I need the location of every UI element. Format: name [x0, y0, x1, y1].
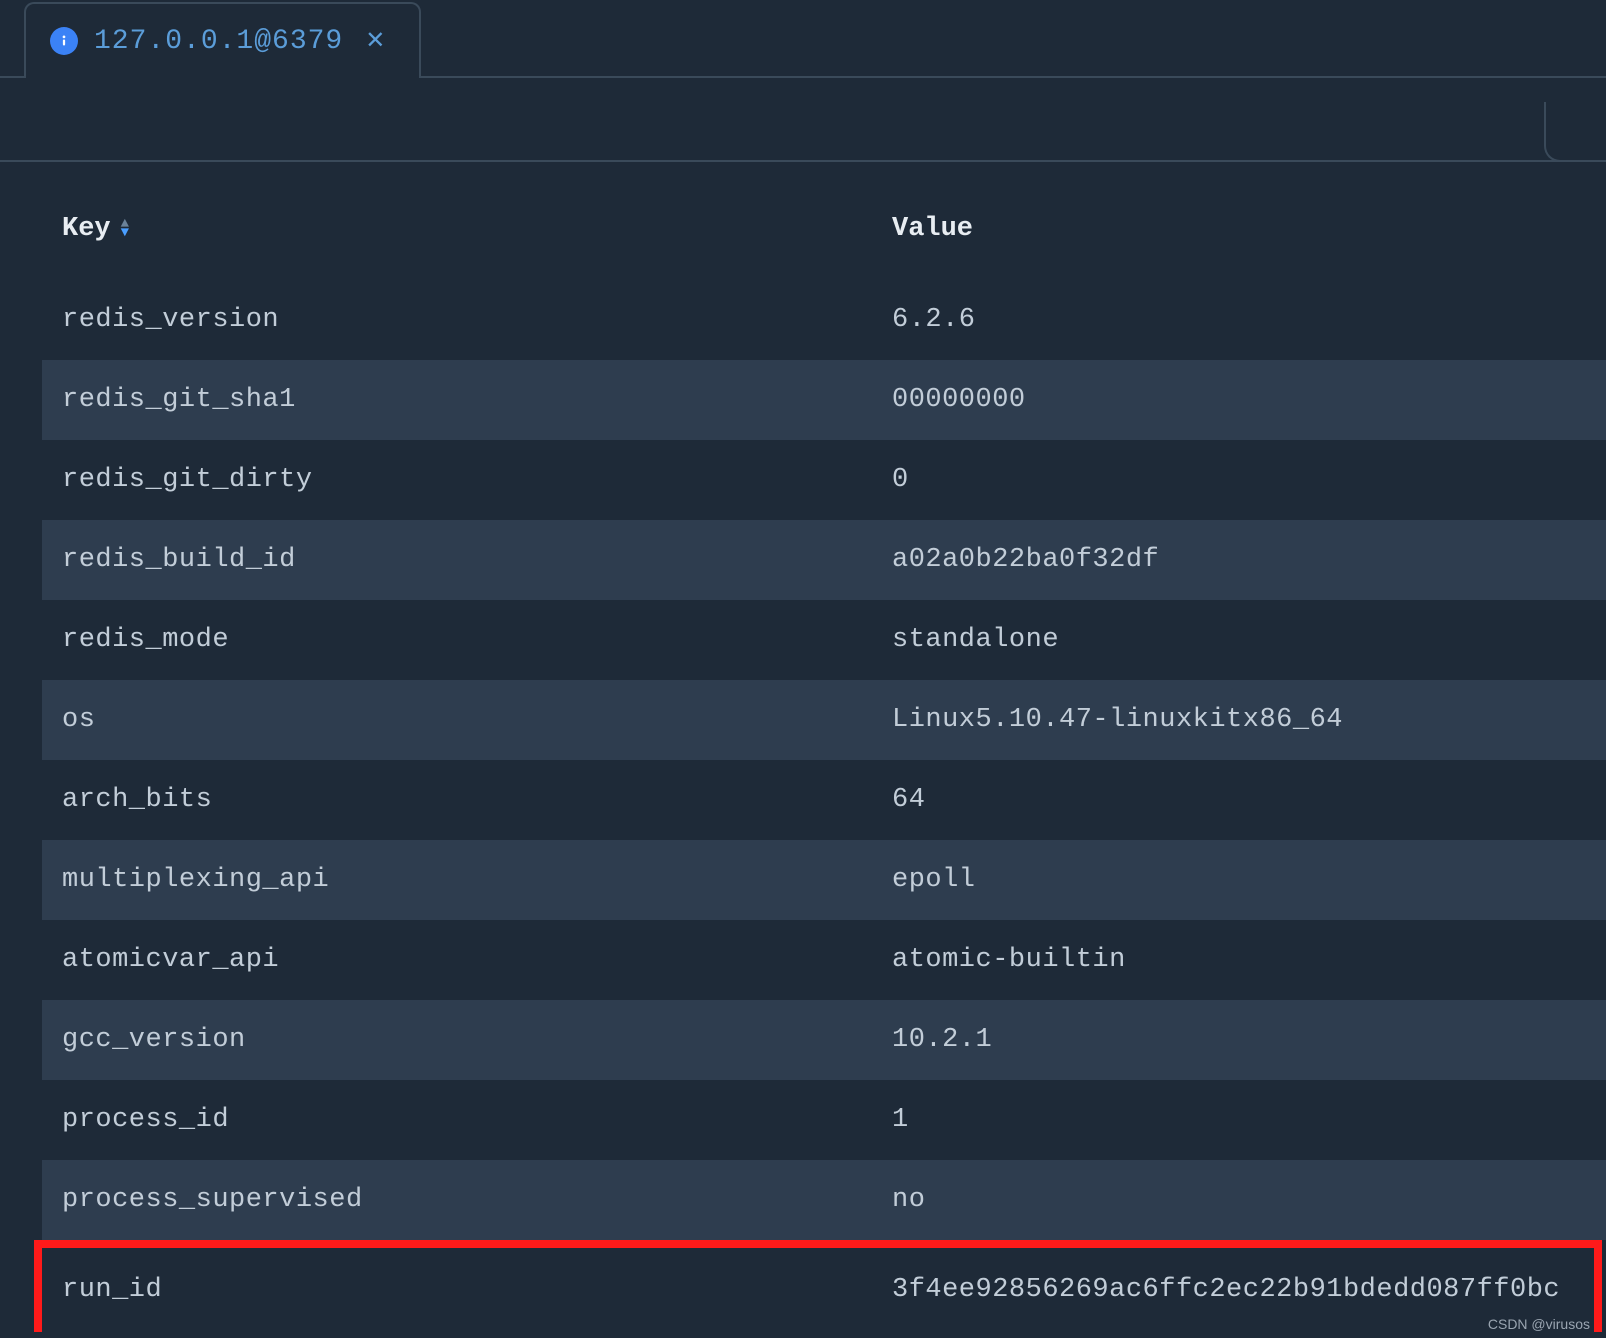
cell-key: redis_git_sha1 — [62, 385, 892, 415]
cell-value: atomic-builtin — [892, 945, 1126, 975]
table-row[interactable]: atomicvar_apiatomic-builtin — [42, 920, 1606, 1000]
cell-value: standalone — [892, 625, 1059, 655]
column-header-key[interactable]: Key ▲▼ — [62, 214, 892, 244]
info-icon — [50, 27, 78, 55]
cell-value: 00000000 — [892, 385, 1026, 415]
cell-key: atomicvar_api — [62, 945, 892, 975]
cell-value: Linux5.10.47-linuxkitx86_64 — [892, 705, 1343, 735]
table-row[interactable]: redis_modestandalone — [42, 600, 1606, 680]
table-body: redis_version6.2.6redis_git_sha100000000… — [42, 280, 1606, 1332]
tab-label: 127.0.0.1@6379 — [94, 26, 343, 57]
cell-key: redis_version — [62, 305, 892, 335]
corner-cut — [1544, 102, 1606, 162]
table-row[interactable]: gcc_version10.2.1 — [42, 1000, 1606, 1080]
cell-key: process_supervised — [62, 1185, 892, 1215]
cell-key: redis_mode — [62, 625, 892, 655]
column-header-value[interactable]: Value — [892, 214, 973, 244]
cell-key: redis_build_id — [62, 545, 892, 575]
table-row[interactable]: redis_version6.2.6 — [42, 280, 1606, 360]
column-header-key-label: Key — [62, 214, 111, 244]
cell-key: process_id — [62, 1105, 892, 1135]
cell-key: gcc_version — [62, 1025, 892, 1055]
cell-value: a02a0b22ba0f32df — [892, 545, 1159, 575]
table-row[interactable]: redis_git_dirty0 — [42, 440, 1606, 520]
cell-value: no — [892, 1185, 925, 1215]
cell-key: os — [62, 705, 892, 735]
table-row[interactable]: process_supervisedno — [42, 1160, 1606, 1240]
cell-key: arch_bits — [62, 785, 892, 815]
table-header: Key ▲▼ Value — [42, 190, 1606, 280]
cell-value: 6.2.6 — [892, 305, 976, 335]
toolbar-spacer — [0, 78, 1606, 162]
table-row[interactable]: osLinux5.10.47-linuxkitx86_64 — [42, 680, 1606, 760]
info-table: Key ▲▼ Value redis_version6.2.6redis_git… — [42, 190, 1606, 1332]
table-row[interactable]: process_id1 — [42, 1080, 1606, 1160]
table-row[interactable]: redis_git_sha100000000 — [42, 360, 1606, 440]
cell-value: 64 — [892, 785, 925, 815]
column-header-value-label: Value — [892, 214, 973, 244]
sort-icon[interactable]: ▲▼ — [121, 220, 129, 238]
table-row[interactable]: redis_build_ida02a0b22ba0f32df — [42, 520, 1606, 600]
table-row[interactable]: run_id3f4ee92856269ac6ffc2ec22b91bdedd08… — [34, 1240, 1602, 1332]
close-icon[interactable]: ✕ — [359, 24, 391, 58]
cell-value: epoll — [892, 865, 976, 895]
table-row[interactable]: multiplexing_apiepoll — [42, 840, 1606, 920]
cell-value: 0 — [892, 465, 909, 495]
tab-bar: 127.0.0.1@6379 ✕ — [0, 0, 1606, 78]
content: Key ▲▼ Value redis_version6.2.6redis_git… — [0, 162, 1606, 1332]
cell-value: 10.2.1 — [892, 1025, 992, 1055]
cell-value: 3f4ee92856269ac6ffc2ec22b91bdedd087ff0bc — [892, 1275, 1560, 1305]
cell-key: run_id — [62, 1275, 892, 1305]
cell-value: 1 — [892, 1105, 909, 1135]
cell-key: multiplexing_api — [62, 865, 892, 895]
watermark: CSDN @virusos — [1488, 1316, 1590, 1332]
table-row[interactable]: arch_bits64 — [42, 760, 1606, 840]
cell-key: redis_git_dirty — [62, 465, 892, 495]
tab-connection[interactable]: 127.0.0.1@6379 ✕ — [24, 2, 421, 78]
